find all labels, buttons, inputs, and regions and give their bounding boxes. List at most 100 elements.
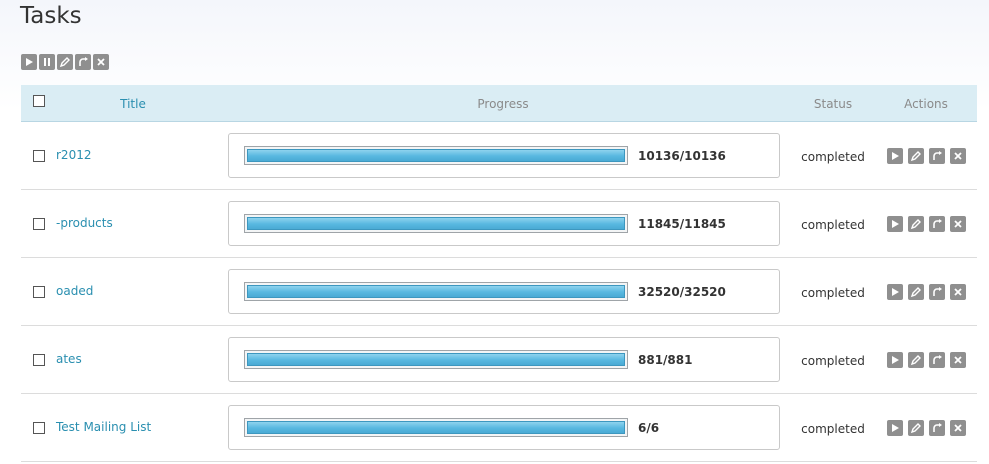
progress-container: 881/881 (228, 337, 780, 382)
close-icon (954, 220, 962, 228)
edit-task-button[interactable] (908, 284, 924, 300)
header-status: Status (813, 96, 853, 111)
redo-icon (79, 57, 88, 66)
pause-all-button[interactable] (39, 54, 55, 70)
delete-task-button[interactable] (950, 148, 966, 164)
row-checkbox[interactable] (33, 286, 45, 298)
start-task-button[interactable] (887, 148, 903, 164)
task-title-link[interactable]: ates (56, 352, 82, 366)
row-actions (887, 352, 966, 368)
progress-bar (244, 146, 628, 165)
table-row: Test Mailing List 6/6 completed (21, 394, 977, 462)
redo-icon (933, 423, 942, 432)
restart-task-button[interactable] (929, 284, 945, 300)
progress-count: 32520/32520 (638, 285, 726, 299)
close-icon (954, 288, 962, 296)
edit-task-button[interactable] (908, 352, 924, 368)
start-task-button[interactable] (887, 216, 903, 232)
table-row: r2012 10136/10136 completed (21, 122, 977, 190)
task-title-link[interactable]: oaded (56, 284, 93, 298)
restart-task-button[interactable] (929, 148, 945, 164)
close-icon (954, 356, 962, 364)
close-icon (954, 152, 962, 160)
close-icon (97, 58, 105, 66)
delete-task-button[interactable] (950, 420, 966, 436)
table-row: ates 881/881 completed (21, 326, 977, 394)
table-header: Title Progress Status Actions (21, 85, 977, 122)
play-icon (26, 58, 33, 66)
page-title: Tasks (20, 3, 82, 29)
delete-task-button[interactable] (950, 216, 966, 232)
row-checkbox[interactable] (33, 150, 45, 162)
task-title-link[interactable]: r2012 (56, 148, 91, 162)
redo-icon (933, 355, 942, 364)
edit-task-button[interactable] (908, 148, 924, 164)
edit-icon (910, 355, 921, 366)
row-checkbox[interactable] (33, 422, 45, 434)
progress-bar (244, 214, 628, 233)
progress-container: 6/6 (228, 405, 780, 450)
table-row: oaded 32520/32520 completed (21, 258, 977, 326)
task-title-link[interactable]: Test Mailing List (56, 420, 151, 434)
status-text: completed (801, 422, 865, 436)
progress-bar-fill (247, 149, 625, 162)
progress-container: 11845/11845 (228, 201, 780, 246)
progress-container: 32520/32520 (228, 269, 780, 314)
edit-task-button[interactable] (908, 420, 924, 436)
edit-task-button[interactable] (908, 216, 924, 232)
row-checkbox[interactable] (33, 218, 45, 230)
redo-icon (933, 151, 942, 160)
row-actions (887, 148, 966, 164)
row-actions (887, 420, 966, 436)
start-task-button[interactable] (887, 284, 903, 300)
table-body: r2012 10136/10136 completed -products 11… (21, 122, 977, 462)
status-text: completed (801, 218, 865, 232)
play-all-button[interactable] (21, 54, 37, 70)
progress-bar-fill (247, 421, 625, 434)
edit-all-button[interactable] (57, 54, 73, 70)
play-icon (892, 152, 899, 160)
edit-icon (910, 423, 921, 434)
bulk-toolbar (21, 54, 109, 70)
progress-bar-fill (247, 353, 625, 366)
progress-container: 10136/10136 (228, 133, 780, 178)
redo-icon (933, 287, 942, 296)
progress-bar (244, 282, 628, 301)
progress-count: 10136/10136 (638, 149, 726, 163)
redo-all-button[interactable] (75, 54, 91, 70)
progress-count: 881/881 (638, 353, 693, 367)
progress-count: 6/6 (638, 421, 660, 435)
status-text: completed (801, 286, 865, 300)
delete-task-button[interactable] (950, 284, 966, 300)
play-icon (892, 356, 899, 364)
task-title-link[interactable]: -products (56, 216, 113, 230)
edit-icon (59, 57, 70, 68)
pause-icon (44, 58, 50, 66)
header-actions: Actions (904, 96, 948, 111)
status-text: completed (801, 354, 865, 368)
edit-icon (910, 287, 921, 298)
header-title[interactable]: Title (83, 85, 183, 122)
progress-count: 11845/11845 (638, 217, 726, 231)
start-task-button[interactable] (887, 352, 903, 368)
row-checkbox[interactable] (33, 354, 45, 366)
delete-all-button[interactable] (93, 54, 109, 70)
restart-task-button[interactable] (929, 216, 945, 232)
status-text: completed (801, 150, 865, 164)
progress-bar (244, 350, 628, 369)
restart-task-button[interactable] (929, 352, 945, 368)
restart-task-button[interactable] (929, 420, 945, 436)
start-task-button[interactable] (887, 420, 903, 436)
row-actions (887, 284, 966, 300)
select-all-checkbox[interactable] (33, 95, 45, 107)
play-icon (892, 424, 899, 432)
play-icon (892, 288, 899, 296)
header-progress: Progress (477, 96, 529, 111)
edit-icon (910, 219, 921, 230)
row-actions (887, 216, 966, 232)
close-icon (954, 424, 962, 432)
delete-task-button[interactable] (950, 352, 966, 368)
edit-icon (910, 151, 921, 162)
redo-icon (933, 219, 942, 228)
progress-bar (244, 418, 628, 437)
